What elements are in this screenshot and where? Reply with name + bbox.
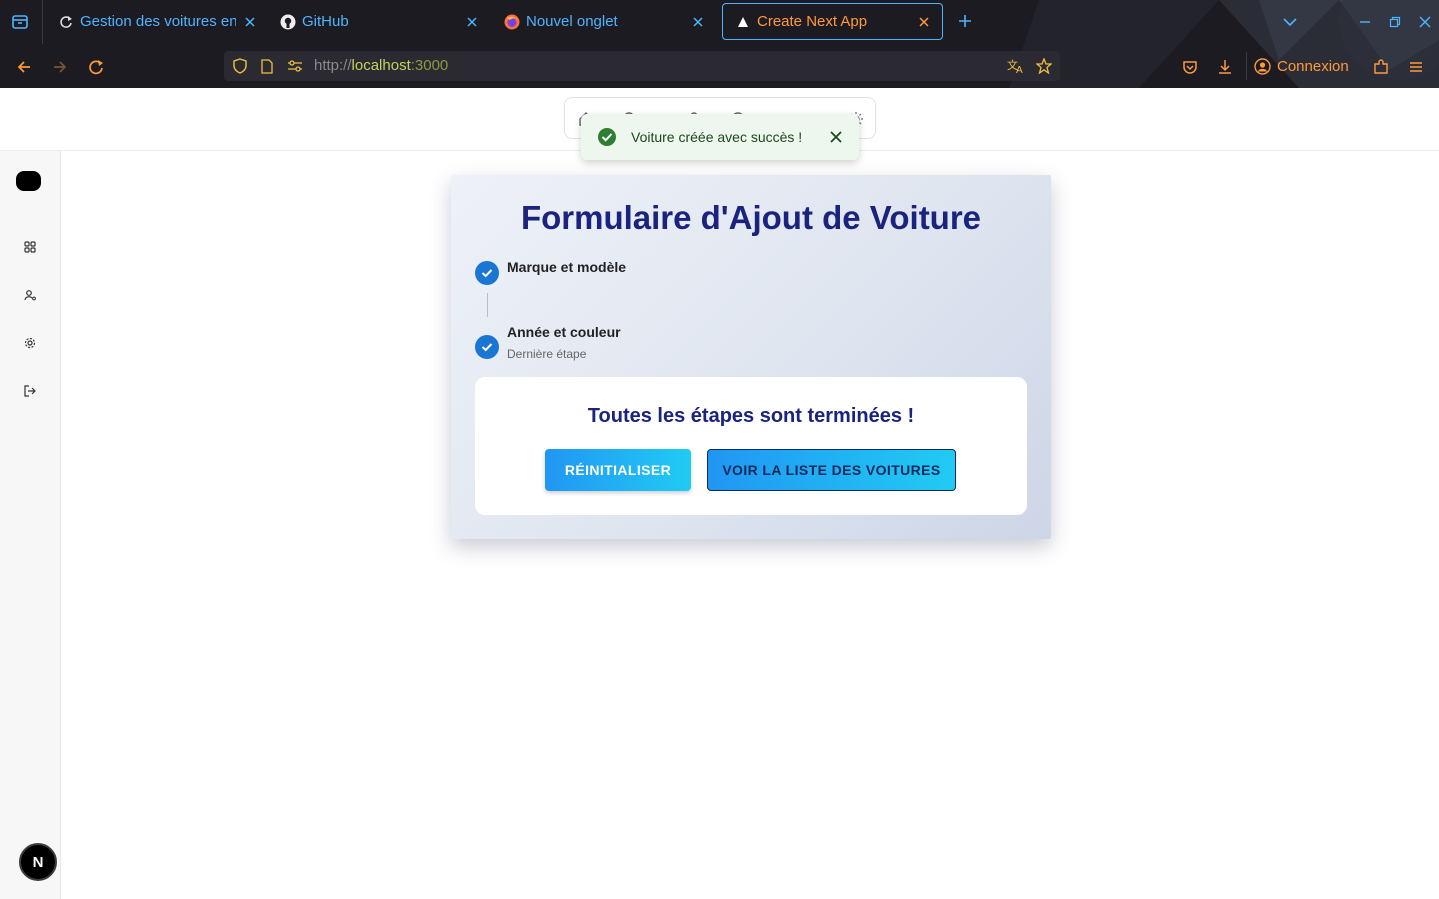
- github-icon: [280, 14, 296, 30]
- vercel-triangle-icon: [735, 14, 751, 30]
- reload-favicon-icon: [58, 14, 74, 30]
- hamburger-menu-icon: [1410, 62, 1422, 72]
- tab-title: Create Next App: [757, 13, 868, 30]
- puzzle-icon: [1374, 59, 1388, 74]
- downloads-button[interactable]: [1213, 55, 1237, 79]
- page-icon[interactable]: [258, 57, 276, 75]
- tab-title: Nouvel onglet: [526, 13, 618, 30]
- user-gear-icon[interactable]: [22, 287, 38, 303]
- url-text[interactable]: http://localhost:3000: [314, 57, 448, 74]
- tab-gestion-voitures[interactable]: Gestion des voitures en: [46, 3, 268, 40]
- tab-create-next-app[interactable]: Create Next App: [722, 3, 943, 40]
- close-icon: [830, 131, 842, 143]
- reset-button[interactable]: RÉINITIALISER: [545, 449, 691, 491]
- tab-github[interactable]: GitHub: [268, 3, 490, 40]
- tab-title: GitHub: [302, 13, 349, 30]
- step-connector: [487, 293, 488, 317]
- arrow-left-icon: [17, 61, 30, 73]
- extensions-button[interactable]: [1369, 55, 1393, 79]
- tab-strip: Gestion des voitures en GitHub Nouvel on…: [0, 0, 1439, 44]
- new-tab-button[interactable]: [954, 10, 976, 32]
- close-tab-icon[interactable]: [242, 14, 258, 30]
- nextjs-dev-badge[interactable]: N: [19, 843, 57, 881]
- tab-separator: [42, 0, 43, 44]
- close-tab-icon[interactable]: [690, 14, 706, 30]
- tray-icon: [12, 15, 28, 29]
- permissions-icon[interactable]: [286, 57, 304, 75]
- completion-panel: Toutes les étapes sont terminées ! RÉINI…: [475, 377, 1027, 515]
- logout-icon[interactable]: [22, 383, 38, 399]
- step-year-color: Année et couleur Dernière étape: [475, 324, 621, 361]
- app-menu-button[interactable]: [1404, 55, 1428, 79]
- car-form-card: Formulaire d'Ajout de Voiture Marque et …: [451, 175, 1051, 539]
- grid-icon[interactable]: [22, 239, 38, 255]
- check-icon: [475, 335, 499, 359]
- sidebar: N: [0, 151, 61, 899]
- list-all-tabs-button[interactable]: [1280, 12, 1300, 32]
- url-port: :3000: [410, 57, 449, 74]
- url-scheme: http://: [314, 57, 352, 74]
- step-label: Marque et modèle: [507, 259, 627, 275]
- close-tab-icon[interactable]: [464, 14, 480, 30]
- reload-icon: [89, 60, 103, 75]
- page-content: Voiture créée avec succès ! N Formulaire…: [0, 88, 1439, 899]
- translate-icon[interactable]: 文A: [1007, 57, 1025, 75]
- star-bookmark-icon[interactable]: [1035, 57, 1053, 75]
- close-toast-button[interactable]: [827, 128, 845, 146]
- restore-button[interactable]: [1385, 12, 1405, 32]
- plus-icon: [959, 15, 971, 27]
- url-host: localhost: [351, 57, 411, 74]
- toolbar-separator: [1246, 52, 1247, 80]
- tab-title: Gestion des voitures en: [80, 13, 236, 30]
- restore-icon: [1389, 16, 1401, 28]
- pocket-button[interactable]: [1178, 55, 1202, 79]
- account-signin-button[interactable]: Connexion: [1254, 55, 1349, 77]
- toast-message: Voiture créée avec succès !: [631, 129, 803, 145]
- minimize-button[interactable]: [1355, 12, 1375, 32]
- check-circle-icon: [597, 127, 617, 147]
- browser-chrome: Gestion des voitures en GitHub Nouvel on…: [0, 0, 1439, 88]
- form-title: Formulaire d'Ajout de Voiture: [520, 199, 982, 236]
- check-icon: [475, 261, 499, 285]
- step-label: Année et couleur: [507, 324, 621, 340]
- chevron-down-icon: [1283, 18, 1297, 27]
- view-car-list-button[interactable]: VOIR LA LISTE DES VOITURES: [707, 449, 956, 491]
- minimize-icon: [1360, 21, 1370, 23]
- shield-icon[interactable]: [231, 57, 249, 75]
- firefox-icon: [504, 14, 520, 30]
- address-bar[interactable]: http://localhost:3000 文A: [224, 51, 1060, 81]
- back-button[interactable]: [12, 55, 36, 79]
- step-brand-model: Marque et modèle: [475, 259, 627, 285]
- download-icon: [1219, 60, 1231, 74]
- account-icon: [1254, 57, 1271, 75]
- close-icon: [1419, 16, 1431, 28]
- arrow-right-icon: [54, 61, 67, 73]
- close-tab-icon[interactable]: [916, 14, 932, 30]
- tab-overview-button[interactable]: [8, 10, 32, 34]
- forward-button[interactable]: [48, 55, 72, 79]
- completion-message: Toutes les étapes sont terminées !: [587, 405, 915, 427]
- close-window-button[interactable]: [1415, 12, 1435, 32]
- app-logo[interactable]: [16, 171, 41, 191]
- pocket-icon: [1183, 61, 1197, 74]
- step-sublabel: Dernière étape: [507, 347, 587, 361]
- reload-button[interactable]: [84, 55, 108, 79]
- settings-icon[interactable]: [22, 335, 38, 351]
- signin-label: Connexion: [1277, 57, 1349, 75]
- tab-nouvel-onglet[interactable]: Nouvel onglet: [492, 3, 716, 40]
- svg-text:A: A: [1016, 65, 1023, 74]
- success-toast: Voiture créée avec succès !: [581, 114, 859, 160]
